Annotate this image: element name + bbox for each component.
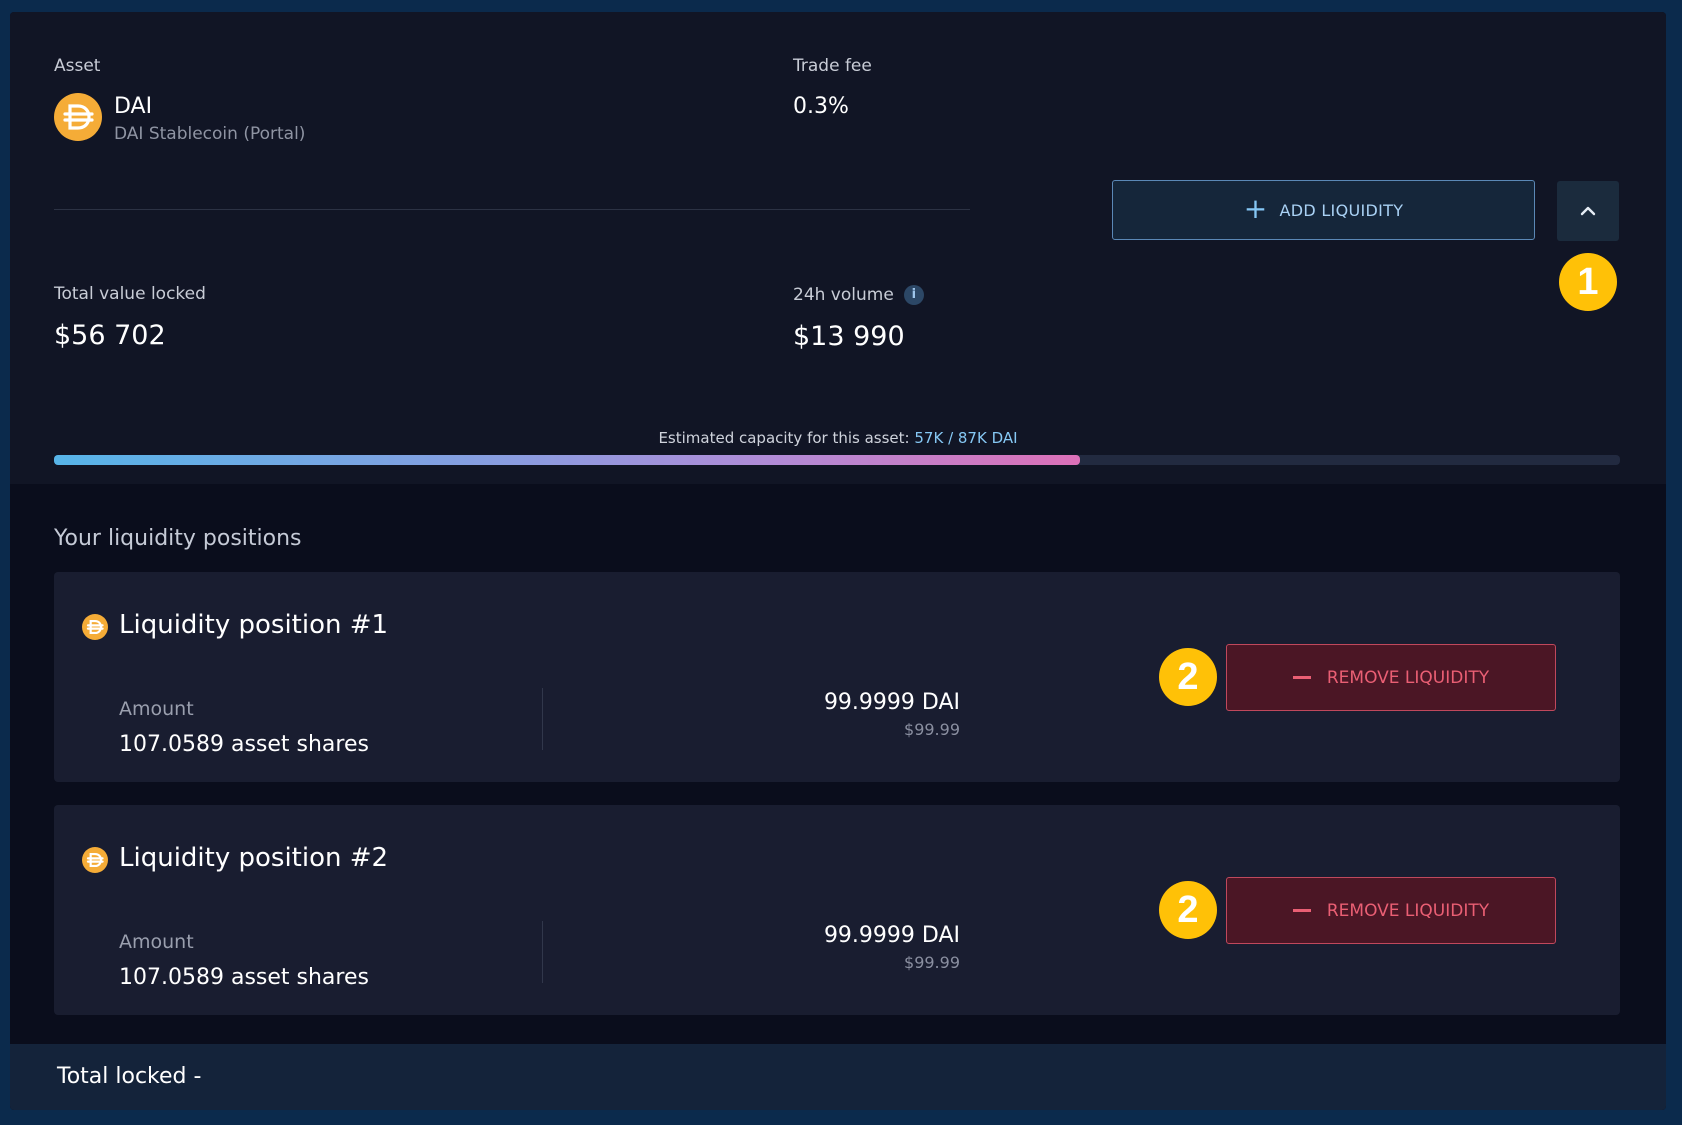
usd-amount: $99.99 xyxy=(904,953,960,972)
positions-title: Your liquidity positions xyxy=(54,526,302,551)
remove-liquidity-label: REMOVE LIQUIDITY xyxy=(1326,667,1490,688)
minus-icon xyxy=(1292,676,1311,679)
add-liquidity-button[interactable]: + ADD LIQUIDITY xyxy=(1112,180,1535,240)
position-title: Liquidity position #2 xyxy=(119,843,389,873)
volume-label: 24h volume xyxy=(793,285,894,305)
remove-liquidity-button[interactable]: REMOVE LIQUIDITY xyxy=(1226,877,1556,944)
position-card: Liquidity position #1 Amount 107.0589 as… xyxy=(54,572,1620,782)
token-amount: 99.9999 DAI xyxy=(823,923,960,948)
annotation-badge-1: 1 xyxy=(1559,253,1617,311)
total-locked-bar: Total locked - xyxy=(10,1044,1666,1110)
dai-icon xyxy=(54,93,102,141)
plus-icon: + xyxy=(1243,191,1268,225)
collapse-button[interactable] xyxy=(1557,181,1619,241)
capacity-text: Estimated capacity for this asset: 57K /… xyxy=(10,429,1666,447)
dai-icon xyxy=(82,614,108,640)
amount-label: Amount xyxy=(119,698,194,720)
remove-liquidity-label: REMOVE LIQUIDITY xyxy=(1326,900,1490,921)
total-locked-text: Total locked - xyxy=(57,1064,202,1089)
add-liquidity-label: ADD LIQUIDITY xyxy=(1279,200,1404,220)
capacity-label: Estimated capacity for this asset: xyxy=(658,429,910,447)
divider xyxy=(54,209,970,210)
pool-header: Asset DAI DAI Stablecoin (Portal) Trade … xyxy=(10,12,1666,484)
asset-label: Asset xyxy=(54,56,101,76)
asset-shares: 107.0589 asset shares xyxy=(119,732,369,757)
trade-fee-label: Trade fee xyxy=(793,56,872,76)
position-card: Liquidity position #2 Amount 107.0589 as… xyxy=(54,805,1620,1015)
divider xyxy=(542,688,543,750)
token-amount: 99.9999 DAI xyxy=(823,690,960,715)
annotation-badge-2: 2 xyxy=(1159,648,1217,706)
trade-fee-value: 0.3% xyxy=(793,94,849,119)
asset-name: DAI Stablecoin (Portal) xyxy=(114,124,306,144)
volume-label-row: 24h volume i xyxy=(793,285,924,305)
tvl-label: Total value locked xyxy=(54,284,206,304)
remove-liquidity-button[interactable]: REMOVE LIQUIDITY xyxy=(1226,644,1556,711)
volume-value: $13 990 xyxy=(793,321,905,352)
capacity-value: 57K / 87K DAI xyxy=(914,429,1018,447)
annotation-badge-2: 2 xyxy=(1159,881,1217,939)
capacity-bar xyxy=(54,455,1620,465)
asset-symbol: DAI xyxy=(114,94,153,119)
pool-panel: Asset DAI DAI Stablecoin (Portal) Trade … xyxy=(10,12,1666,1110)
divider xyxy=(542,921,543,983)
minus-icon xyxy=(1292,909,1311,912)
capacity-bar-fill xyxy=(54,455,1080,465)
info-icon[interactable]: i xyxy=(903,285,924,305)
usd-amount: $99.99 xyxy=(904,720,960,739)
dai-icon xyxy=(82,847,108,873)
tvl-value: $56 702 xyxy=(54,320,166,351)
amount-label: Amount xyxy=(119,931,194,953)
asset-shares: 107.0589 asset shares xyxy=(119,965,369,990)
chevron-up-icon xyxy=(1580,206,1596,216)
position-title: Liquidity position #1 xyxy=(119,610,389,640)
